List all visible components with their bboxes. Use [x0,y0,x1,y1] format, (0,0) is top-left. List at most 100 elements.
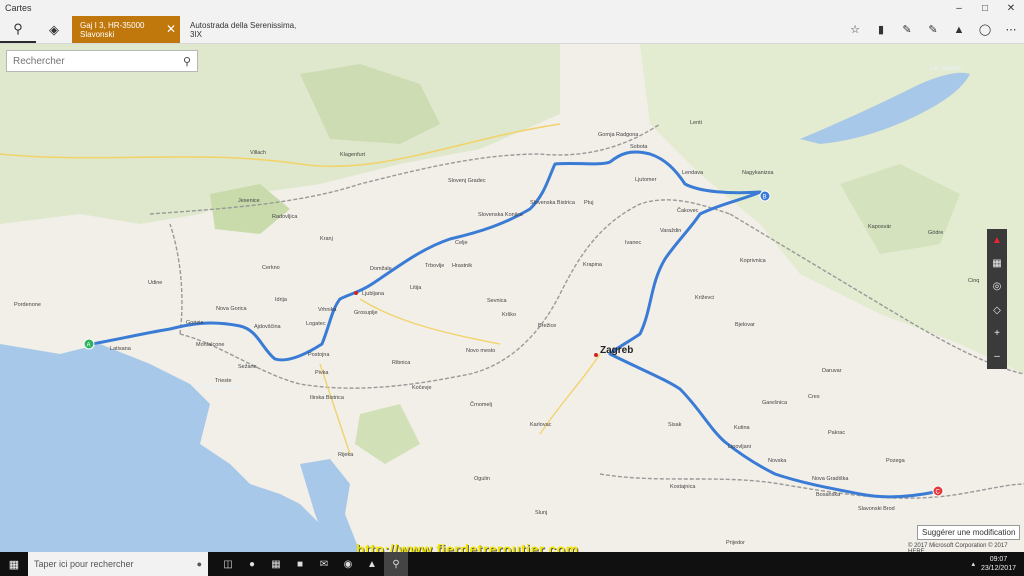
slovenska-bistrica-label: Slovenska Bistrica [530,200,576,206]
idrija-label: Idrija [275,297,288,303]
taskbar-apps: ◫ ● ▦ ■ ✉ ◉ ▲ ⚲ [208,552,408,576]
cerkno-label: Cerkno [262,265,280,271]
trieste-label: Trieste [215,378,232,384]
prijedor-label: Prijedor [726,540,745,546]
celje-label: Celje [455,240,468,246]
tilt-icon[interactable]: ▦ [992,258,1001,270]
store-icon[interactable]: ▦ [264,552,288,576]
hrastnik-label: Hrastnik [452,263,472,269]
ivanec-label: Ivanec [625,240,641,246]
lipovljani-label: Lipovljani [728,444,751,450]
nova-gorica-label: Nova Gorica [216,306,248,312]
border-italy-slovenia [169,223,183,335]
maximize-button[interactable]: □ [972,0,998,16]
domzale-label: Domžale [370,266,392,272]
gornja-radgona-label: Gornja Radgona [598,132,639,138]
road-rijeka [319,363,351,455]
forest-patch-4 [355,404,420,464]
pen-icon[interactable]: ✎ [894,23,920,36]
location-icon[interactable]: ◎ [993,281,1002,293]
sevnica-label: Sevnica [487,298,508,304]
brezice-label: Brežice [538,323,556,329]
taskbar-search[interactable]: Taper ici pour rechercher ● [28,552,208,576]
search-input[interactable] [7,55,177,67]
map-canvas[interactable]: A B C Zagreb Slovenj Gradec Slovenska Bi… [0,44,1024,552]
ljutomer-label: Ljutomer [635,177,657,183]
ink-icon[interactable]: ✎ [920,23,946,36]
close-tab-icon[interactable]: ✕ [166,22,176,36]
radovljica-label: Radovljica [272,214,298,220]
marker-via-label: B [763,195,767,201]
cres-label: Cres [808,394,820,400]
minimize-button[interactable]: – [946,0,972,16]
pivka-label: Pivka [315,370,329,376]
novska-label: Novska [768,458,787,464]
cakovec-label: Čakovec [677,207,699,214]
ptuj-label: Ptuj [584,200,593,206]
layers-icon[interactable]: ◇ [993,305,1001,317]
mail-icon[interactable]: ✉ [312,552,336,576]
gorizia-label: Gorizia [186,320,204,326]
traffic-icon[interactable]: ▮ [868,23,894,36]
zoom-in-icon[interactable]: + [994,328,1000,340]
zagreb-dot [594,353,598,357]
suggest-edit-button[interactable]: Suggérer une modification [917,525,1021,540]
klagenfurt-label: Klagenfurt [340,152,366,158]
monfalcone-label: Monfalcone [196,342,224,348]
tab-inactive-destination[interactable]: Autostrada della Serenissima, 3IX [180,16,300,43]
maps-app-icon[interactable]: ⚲ [384,552,408,576]
close-window-button[interactable]: ✕ [998,0,1024,16]
share-icon[interactable]: ▲ [946,24,972,36]
account-icon[interactable]: ◯ [972,23,998,36]
marker-start-label: A [87,343,91,349]
grosuplje-label: Grosuplje [354,310,378,316]
nagykanizsa-label: Nagykanizsa [742,170,774,176]
golfe-trieste-label: Golfe de Trieste [196,385,239,391]
directions-icon[interactable]: ◈ [36,16,72,43]
ilirska-label: Ilirska Bistrica [310,395,345,401]
pozega-label: Pozega [886,458,906,464]
map-svg: A B C Zagreb Slovenj Gradec Slovenska Bi… [0,44,1024,552]
jesenice-label: Jesenice [238,198,260,204]
sobota-label: Sobota [630,144,648,150]
photos-icon[interactable]: ▲ [360,552,384,576]
start-icon[interactable]: ▦ [0,552,28,576]
villach-label: Villach [250,150,266,156]
microphone-icon[interactable]: ● [197,559,202,569]
search-icon[interactable]: ⚲ [177,55,197,68]
clock-date: 23/12/2017 [980,565,1016,572]
firefox-icon[interactable]: ◉ [336,552,360,576]
garesnica-label: Garešnica [762,400,788,406]
compass-icon[interactable]: ▲ [992,235,1002,247]
taskbar: ▦ Taper ici pour rechercher ● ◫ ● ▦ ■ ✉ … [0,552,1024,576]
explorer-icon[interactable]: ■ [288,552,312,576]
cinq-label: Cinq [968,278,979,284]
litija-label: Litija [410,285,422,291]
zoom-out-icon[interactable]: – [994,351,1000,363]
bosanska-label: Bosanska [816,492,841,498]
more-icon[interactable]: ⋯ [998,23,1024,36]
task-view-icon[interactable]: ◫ [216,552,240,576]
maribor-label: Slovenska Konjice [478,212,523,218]
latisana-label: Latisana [110,346,132,352]
search-box: ⚲ [6,50,198,72]
nova-gradiska-label: Nova Gradiška [812,476,849,482]
marker-end-label: C [936,490,941,496]
lendava-label: Lendava [682,170,704,176]
clock[interactable]: 09:07 23/12/2017 [981,555,1016,573]
clock-time: 09:07 [989,556,1008,563]
kaposvar-label: Kaposvár [868,224,891,230]
sezana-label: Sežana [238,364,258,370]
lenti-label: Lenti [690,120,702,126]
edge-icon[interactable]: ● [240,552,264,576]
system-tray: ▴ 09:07 23/12/2017 [971,555,1024,573]
krapina-label: Krapina [583,262,603,268]
favorites-icon[interactable]: ☆ [842,23,868,36]
tab-active-destination[interactable]: Gaj I 3, HR-35000 Slavonski ✕ [72,16,180,43]
ljubljana-label: Ljubljana [362,291,385,297]
slunj-label: Slunj [535,510,547,516]
daruvar-label: Daruvar [822,368,842,374]
title-bar: Cartes – □ ✕ [0,0,1024,16]
network-icon[interactable]: ▴ [971,560,975,568]
search-mode-icon[interactable]: ⚲ [0,16,36,43]
